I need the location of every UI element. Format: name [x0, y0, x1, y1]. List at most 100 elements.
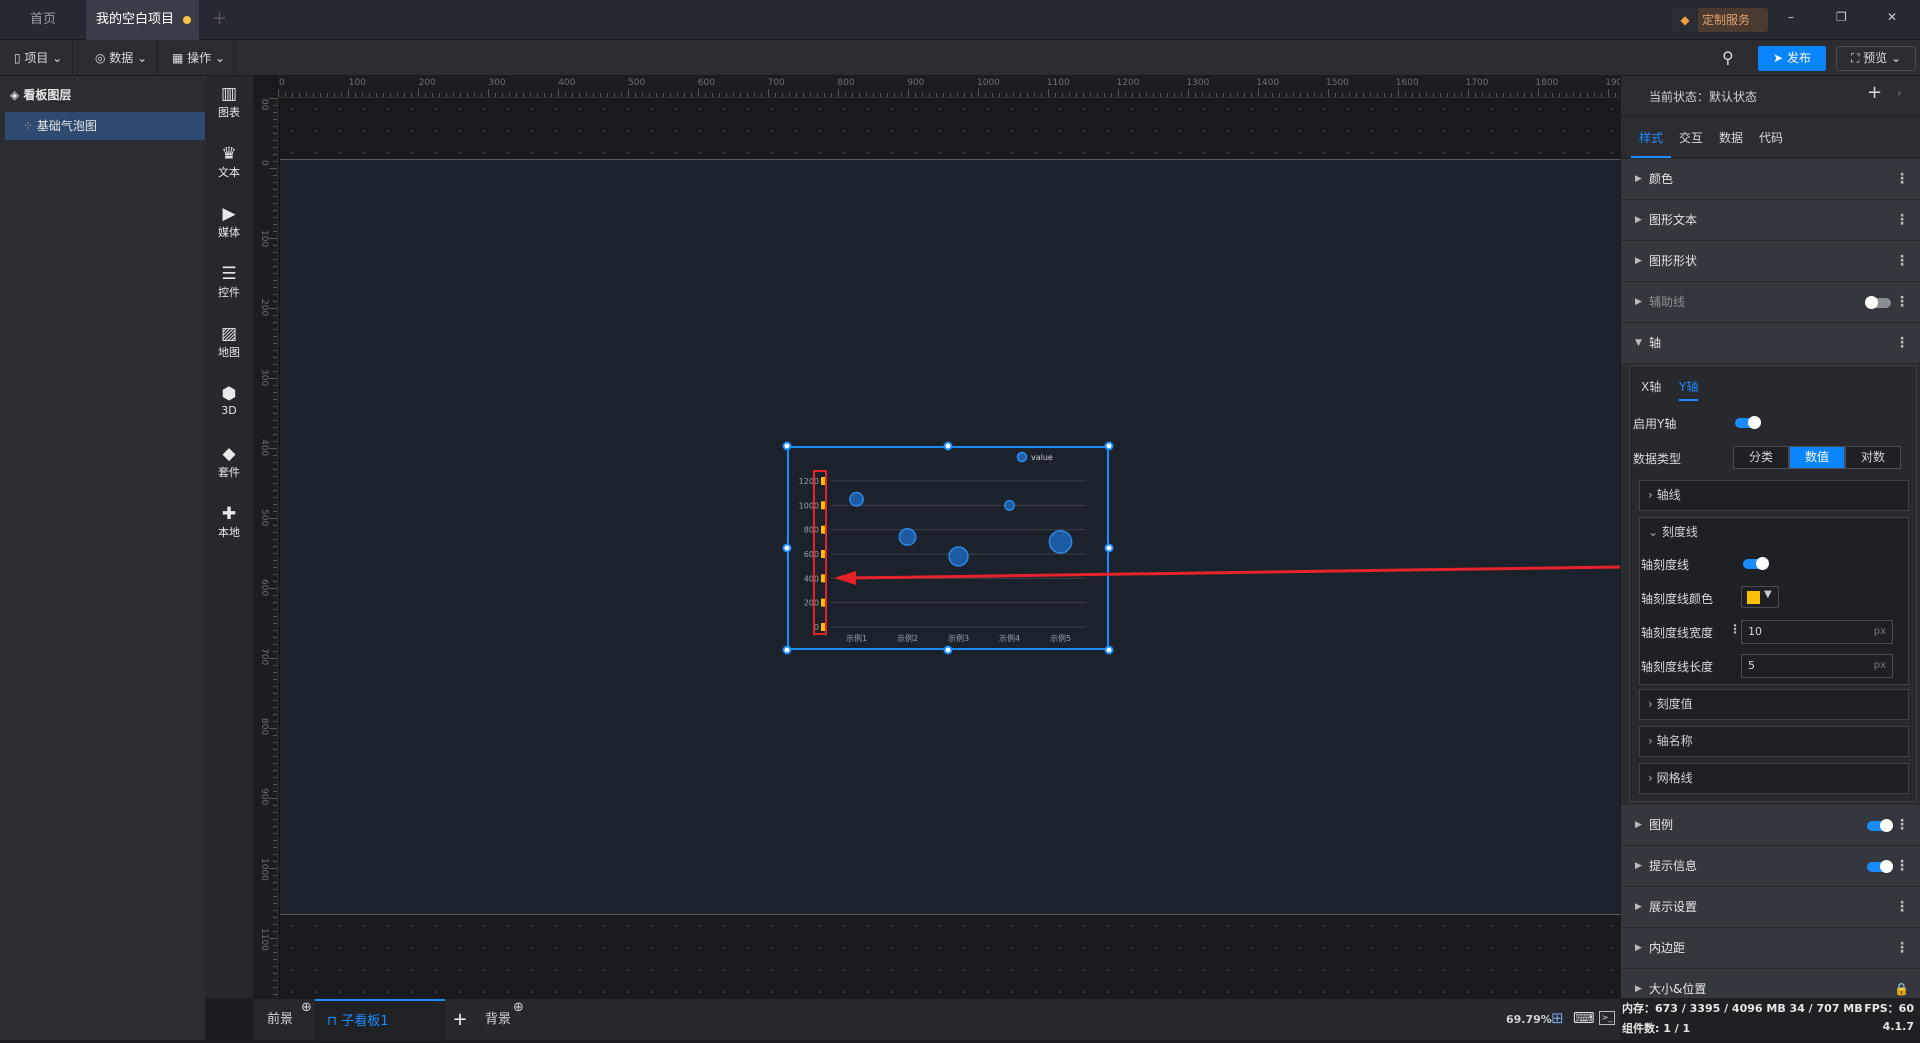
more-icon[interactable]: ⋮ — [1895, 241, 1909, 282]
menu-operations[interactable]: ▦ 操作 ⌄ — [162, 40, 237, 76]
section-header[interactable]: ▶ 图例 ⋮ — [1621, 805, 1920, 846]
more-icon[interactable]: ⋮ — [1895, 159, 1909, 200]
sidebar-item-7[interactable]: ✚ 本地 — [205, 504, 253, 540]
tick-color-picker[interactable]: ▼ — [1741, 586, 1779, 608]
section-header[interactable]: ▶ 辅助线 ⋮ — [1621, 282, 1920, 323]
ruler-label: 0 — [279, 78, 285, 88]
subsection[interactable]: › 刻度值 — [1639, 689, 1909, 720]
section-header[interactable]: ▶ 图形文本 ⋮ — [1621, 200, 1920, 241]
resize-handle[interactable] — [943, 645, 953, 655]
datatype-option[interactable]: 分类 — [1733, 446, 1789, 469]
restore-button[interactable]: ❐ — [1836, 10, 1847, 24]
ruler-tick — [327, 93, 328, 97]
toggle-switch[interactable] — [1867, 860, 1893, 873]
subsection[interactable]: › 轴名称 — [1639, 726, 1909, 757]
layer-item[interactable]: ⁘ 基础气泡图 — [5, 112, 205, 140]
ruler-tick — [915, 93, 916, 97]
ruler-tick — [273, 161, 277, 162]
publish-button[interactable]: ➤ 发布 — [1758, 46, 1826, 71]
subsection[interactable]: › 轴线 — [1639, 480, 1909, 511]
section-header[interactable]: ▶ 提示信息 ⋮ — [1621, 846, 1920, 887]
search-icon[interactable]: ⚲ — [1722, 48, 1734, 67]
more-icon[interactable]: ⋮ — [1729, 622, 1741, 636]
more-icon[interactable]: ⋮ — [1895, 887, 1909, 928]
resize-handle[interactable] — [1104, 441, 1114, 451]
enable-y-toggle[interactable] — [1735, 416, 1761, 429]
section-header[interactable]: ▶ 内边距 ⋮ — [1621, 928, 1920, 969]
ruler-tick — [684, 93, 685, 97]
zoom-level[interactable]: 69.79% — [1506, 1013, 1552, 1026]
subtab-X轴[interactable]: X轴 — [1641, 378, 1661, 399]
sidebar-item-label: 套件 — [218, 466, 240, 479]
tab-home[interactable]: 首页 — [10, 0, 76, 40]
tab-project[interactable]: 我的空白项目 — [86, 0, 199, 40]
tab-样式[interactable]: 样式 — [1631, 118, 1671, 158]
tick-width-input[interactable]: 10 px — [1741, 620, 1893, 644]
resize-handle[interactable] — [943, 441, 953, 451]
tick-length-input[interactable]: 5 px — [1741, 654, 1893, 678]
preview-button[interactable]: ⛶ 预览 ⌄ — [1836, 46, 1916, 71]
toggle-switch[interactable] — [1867, 819, 1893, 832]
minimize-button[interactable]: – — [1788, 10, 1794, 24]
tab-数据[interactable]: 数据 — [1711, 118, 1751, 158]
section-header[interactable]: ▶ 展示设置 ⋮ — [1621, 887, 1920, 928]
add-tab-button[interactable]: + — [212, 8, 227, 29]
ruler-tick — [831, 93, 832, 97]
sidebar-item-4[interactable]: ▨ 地图 — [205, 324, 253, 360]
resize-handle[interactable] — [782, 645, 792, 655]
sidebar-item-1[interactable]: ♛ 文本 — [205, 144, 253, 180]
more-icon[interactable]: ⋮ — [1895, 323, 1909, 364]
ruler-top[interactable]: 0 100 200 300 400 500 600 700 800 900 1000 1100 1200… — [278, 76, 1620, 98]
ruler-tick — [572, 93, 573, 97]
resize-handle[interactable] — [1104, 543, 1114, 553]
datatype-option[interactable]: 对数 — [1845, 446, 1901, 469]
section-header[interactable]: ▼ 轴 ⋮ — [1621, 323, 1920, 364]
add-circle-icon[interactable]: ⊕ — [301, 987, 312, 1029]
datatype-option[interactable]: 数值 — [1789, 446, 1845, 469]
ruler-tick — [838, 89, 839, 97]
menu-data[interactable]: ◎ 数据 ⌄ — [85, 40, 159, 76]
resize-handle[interactable] — [782, 543, 792, 553]
sidebar-item-5[interactable]: ⬢ 3D — [205, 384, 253, 417]
tab-交互[interactable]: 交互 — [1671, 118, 1711, 158]
tick-show-toggle[interactable] — [1743, 557, 1769, 570]
resize-handle[interactable] — [1104, 645, 1114, 655]
subtab-Y轴[interactable]: Y轴 — [1679, 378, 1699, 401]
custom-service-button[interactable]: ◆ 定制服务 — [1672, 8, 1768, 32]
chevron-right-icon[interactable]: › — [1897, 86, 1902, 100]
ruler-tick — [1209, 93, 1210, 97]
keyboard-icon[interactable]: ⌨ — [1573, 1009, 1595, 1027]
section-header[interactable]: ▶ 图形形状 ⋮ — [1621, 241, 1920, 282]
more-icon[interactable]: ⋮ — [1895, 846, 1909, 887]
toggle-switch[interactable] — [1865, 296, 1891, 309]
sidebar-item-6[interactable]: ◆ 套件 — [205, 444, 253, 480]
ruler-left[interactable]: -100 0 100 200 300 400 500 600 700 800 900 1000 1100… — [253, 98, 278, 998]
menu-project[interactable]: ▯ 项目 ⌄ — [4, 40, 74, 76]
more-icon[interactable]: ⋮ — [1895, 805, 1909, 846]
ruler-tick — [1195, 93, 1196, 97]
terminal-icon[interactable]: >_ — [1599, 1011, 1615, 1025]
ruler-tick — [376, 93, 377, 97]
tab-background[interactable]: 背景 ⊕ — [485, 999, 545, 1041]
ruler-tick — [824, 93, 825, 97]
tab-sub-board[interactable]: ⊓ 子看板1 — [315, 999, 445, 1041]
add-circle-icon[interactable]: ⊕ — [513, 987, 524, 1029]
tab-代码[interactable]: 代码 — [1751, 118, 1791, 158]
bubble-chart-widget[interactable]: 0 200 400 600 800 1000 1200 示例1 示例2 示例3 示例4 示例5 valu… — [787, 446, 1109, 650]
add-board-button[interactable]: + — [445, 999, 475, 1041]
more-icon[interactable]: ⋮ — [1895, 200, 1909, 241]
sidebar-item-2[interactable]: ▶ 媒体 — [205, 204, 253, 240]
close-button[interactable]: ✕ — [1887, 10, 1897, 24]
fit-screen-icon[interactable]: ⊞ — [1551, 1009, 1564, 1027]
more-icon[interactable]: ⋮ — [1895, 928, 1909, 969]
section-header[interactable]: ▶ 颜色 ⋮ — [1621, 159, 1920, 200]
subsection[interactable]: › 网格线 — [1639, 763, 1909, 794]
resize-handle[interactable] — [782, 441, 792, 451]
ruler-tick — [320, 93, 321, 97]
more-icon[interactable]: ⋮ — [1895, 282, 1909, 323]
sidebar-item-3[interactable]: ☰ 控件 — [205, 264, 253, 300]
ruler-tick — [1440, 93, 1441, 97]
add-state-button[interactable]: + — [1867, 82, 1882, 103]
ruler-tick — [273, 714, 277, 715]
sidebar-item-0[interactable]: ▥ 图表 — [205, 84, 253, 120]
